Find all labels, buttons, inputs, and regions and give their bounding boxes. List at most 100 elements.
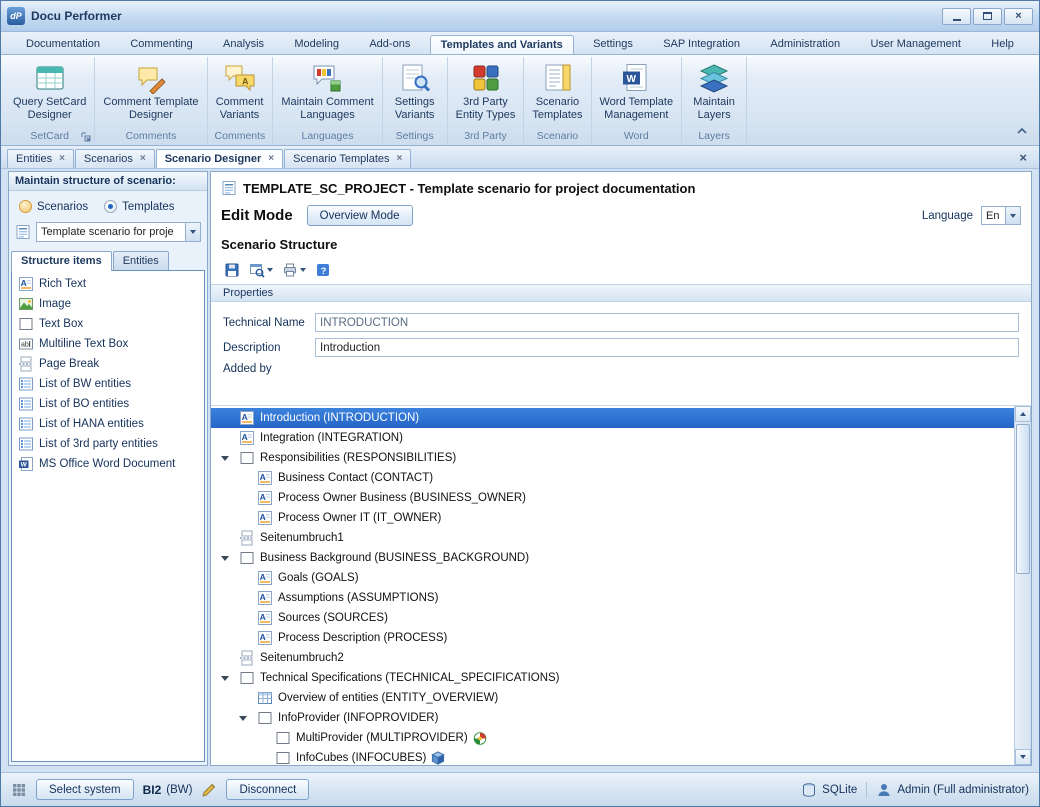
ribbon-button-maintain-layers[interactable]: MaintainLayers: [685, 58, 743, 130]
menu-tab-add-ons[interactable]: Add-ons: [358, 34, 421, 54]
tree-item[interactable]: AProcess Owner IT (IT_OWNER): [211, 508, 1014, 528]
structure-item-text-box[interactable]: Text Box: [12, 314, 204, 334]
ribbon-button-word-template-management[interactable]: WWord TemplateManagement: [595, 58, 679, 130]
svg-text:?: ?: [321, 265, 327, 276]
tree-item[interactable]: Responsibilities (RESPONSIBILITIES): [211, 448, 1014, 468]
menu-tab-documentation[interactable]: Documentation: [15, 34, 111, 54]
save-button[interactable]: [221, 259, 243, 281]
structure-item-list-of-bo-entities[interactable]: List of BO entities: [12, 394, 204, 414]
ribbon-button-scenario-templates[interactable]: ScenarioTemplates: [527, 58, 587, 130]
sidebar-tab-entities[interactable]: Entities: [113, 251, 169, 271]
maintain-layers-icon: [698, 62, 730, 94]
tree-item[interactable]: AIntroduction (INTRODUCTION): [211, 408, 1014, 428]
structure-item-image[interactable]: Image: [12, 294, 204, 314]
tree-item[interactable]: Seitenumbruch1: [211, 528, 1014, 548]
scenario-toolbar: ?: [221, 257, 1021, 282]
edit-system-pencil-icon[interactable]: [201, 782, 217, 798]
menu-tab-help[interactable]: Help: [980, 34, 1025, 54]
scroll-up-button[interactable]: [1015, 406, 1031, 422]
document-tab-scenario-designer[interactable]: Scenario Designer×: [156, 149, 283, 168]
menu-tab-modeling[interactable]: Modeling: [283, 34, 350, 54]
tree-item[interactable]: AIntegration (INTEGRATION): [211, 428, 1014, 448]
tree-item[interactable]: AAssumptions (ASSUMPTIONS): [211, 588, 1014, 608]
close-tab-icon[interactable]: ×: [140, 154, 146, 164]
disconnect-button[interactable]: Disconnect: [226, 779, 309, 800]
close-button[interactable]: ×: [1004, 8, 1033, 25]
tree-item[interactable]: InfoProvider (INFOPROVIDER): [211, 708, 1014, 728]
tree-item[interactable]: AProcess Description (PROCESS): [211, 628, 1014, 648]
radio-label: Scenarios: [37, 201, 88, 213]
radio-templates[interactable]: Templates: [104, 200, 174, 213]
structure-item-multiline-text-box[interactable]: abMultiline Text Box: [12, 334, 204, 354]
minimize-button[interactable]: [942, 8, 971, 25]
description-field[interactable]: [315, 338, 1019, 357]
tree-item[interactable]: MultiProvider (MULTIPROVIDER): [211, 728, 1014, 748]
collapse-ribbon-icon[interactable]: [1015, 125, 1029, 137]
menu-tab-user-management[interactable]: User Management: [859, 34, 972, 54]
tree-item[interactable]: Seitenumbruch2: [211, 648, 1014, 668]
document-tab-scenarios[interactable]: Scenarios×: [75, 149, 155, 168]
scenario-templates-icon: [541, 62, 573, 94]
radio-scenarios[interactable]: Scenarios: [19, 200, 88, 213]
language-select[interactable]: En: [981, 206, 1021, 225]
tree-item[interactable]: Technical Specifications (TECHNICAL_SPEC…: [211, 668, 1014, 688]
page-break-icon: [239, 530, 255, 546]
word-doc-icon: W: [18, 456, 34, 472]
close-tab-icon[interactable]: ×: [59, 154, 65, 164]
structure-item-label: Page Break: [39, 358, 99, 370]
tree-item[interactable]: Business Background (BUSINESS_BACKGROUND…: [211, 548, 1014, 568]
tree-item[interactable]: InfoCubes (INFOCUBES): [211, 748, 1014, 765]
scrollbar-thumb[interactable]: [1016, 424, 1030, 574]
menu-tab-administration[interactable]: Administration: [759, 34, 851, 54]
expander-icon[interactable]: [221, 556, 239, 561]
tree-item[interactable]: ASources (SOURCES): [211, 608, 1014, 628]
menu-tab-settings[interactable]: Settings: [582, 34, 644, 54]
structure-item-ms-office-word-document[interactable]: WMS Office Word Document: [12, 454, 204, 474]
tree-item[interactable]: AGoals (GOALS): [211, 568, 1014, 588]
ribbon-button-query-setcard-designer[interactable]: Query SetCardDesigner: [8, 58, 91, 130]
close-tab-icon[interactable]: ×: [268, 154, 274, 164]
dialog-launcher-icon[interactable]: [80, 131, 92, 143]
maximize-button[interactable]: [973, 8, 1002, 25]
expander-icon[interactable]: [221, 456, 239, 461]
technical-name-field[interactable]: [315, 313, 1019, 332]
tree-item[interactable]: ABusiness Contact (CONTACT): [211, 468, 1014, 488]
menu-tab-templates-and-variants[interactable]: Templates and Variants: [430, 35, 574, 55]
ribbon-button-settings-variants[interactable]: SettingsVariants: [386, 58, 444, 130]
menu-tab-sap-integration[interactable]: SAP Integration: [652, 34, 751, 54]
document-tab-entities[interactable]: Entities×: [7, 149, 74, 168]
structure-item-list-of-bw-entities[interactable]: List of BW entities: [12, 374, 204, 394]
sidebar-tab-structure-items[interactable]: Structure items: [11, 251, 112, 271]
expander-icon[interactable]: [221, 676, 239, 681]
menu-tab-commenting[interactable]: Commenting: [119, 34, 203, 54]
structure-item-list-of-hana-entities[interactable]: List of HANA entities: [12, 414, 204, 434]
document-tab-scenario-templates[interactable]: Scenario Templates×: [284, 149, 411, 168]
ribbon-group-3rd-party-5: 3rd PartyEntity Types3rd Party: [448, 57, 525, 145]
scroll-down-button[interactable]: [1015, 749, 1031, 765]
ribbon-button-maintain-comment-languages[interactable]: Maintain CommentLanguages: [276, 58, 378, 130]
ribbon-button-comment-variants[interactable]: ACommentVariants: [211, 58, 269, 130]
ribbon-button-3rd-party-entity-types[interactable]: 3rd PartyEntity Types: [451, 58, 521, 130]
help-button[interactable]: ?: [312, 259, 334, 281]
language-select-arrow[interactable]: [1005, 207, 1020, 224]
template-select[interactable]: Template scenario for proje: [36, 222, 201, 242]
rich-text-icon: A: [257, 570, 273, 586]
scrollbar-track[interactable]: [1015, 422, 1031, 749]
tree-item[interactable]: AProcess Owner Business (BUSINESS_OWNER): [211, 488, 1014, 508]
select-system-button[interactable]: Select system: [36, 779, 134, 800]
print-button[interactable]: [279, 259, 309, 281]
ribbon-button-comment-template-designer[interactable]: Comment TemplateDesigner: [98, 58, 203, 130]
overview-mode-button[interactable]: Overview Mode: [307, 205, 413, 226]
structure-item-rich-text[interactable]: ARich Text: [12, 274, 204, 294]
template-select-arrow[interactable]: [185, 223, 200, 241]
systems-grid-icon[interactable]: [11, 782, 27, 798]
close-tab-icon[interactable]: ×: [397, 154, 403, 164]
preview-button[interactable]: [246, 259, 276, 281]
tree-scrollbar[interactable]: [1014, 406, 1031, 765]
menu-tab-analysis[interactable]: Analysis: [212, 34, 275, 54]
structure-item-page-break[interactable]: Page Break: [12, 354, 204, 374]
expander-icon[interactable]: [239, 716, 257, 721]
close-document-icon[interactable]: ×: [1013, 150, 1033, 168]
structure-item-list-of-3rd-party-entities[interactable]: List of 3rd party entities: [12, 434, 204, 454]
tree-item[interactable]: Overview of entities (ENTITY_OVERVIEW): [211, 688, 1014, 708]
